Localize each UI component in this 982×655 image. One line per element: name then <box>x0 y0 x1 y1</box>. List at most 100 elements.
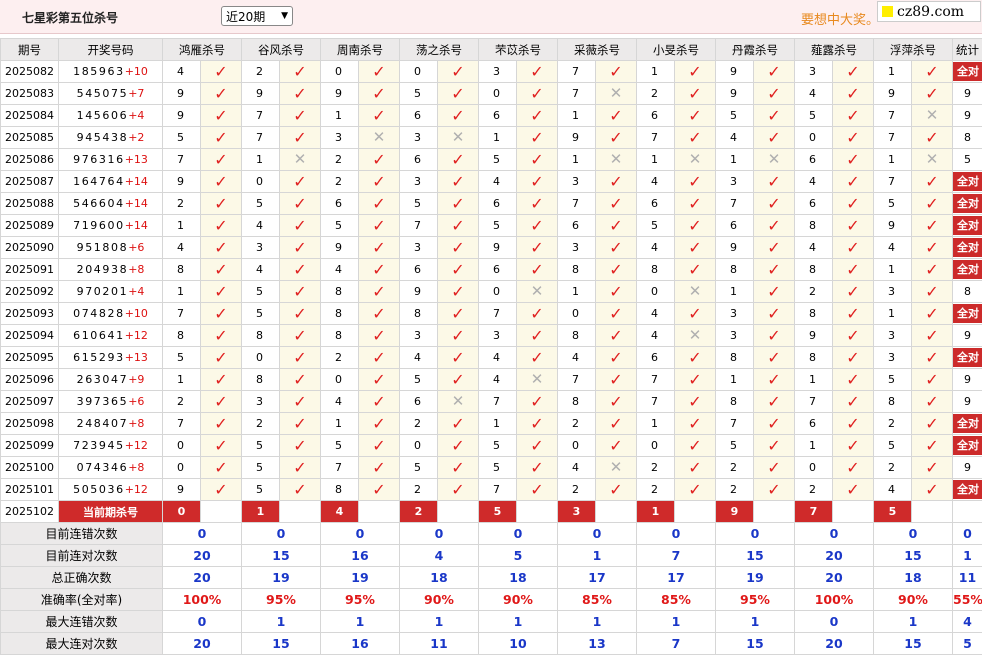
check-icon: ✓ <box>688 106 701 125</box>
kill-number-cell: 4 <box>558 347 596 369</box>
kill-number-cell: 8 <box>163 259 201 281</box>
col-header-expert[interactable]: 芣苡杀号 <box>479 39 558 61</box>
result-cell: ✓ <box>201 61 242 83</box>
kill-number-cell: 0 <box>400 435 438 457</box>
stat-value: 0 <box>321 523 400 545</box>
result-cell: ✓ <box>912 325 953 347</box>
cross-icon: ✕ <box>531 370 544 388</box>
kill-number-cell: 7 <box>558 61 596 83</box>
check-icon: ✓ <box>609 216 622 235</box>
stat-label: 总正确次数 <box>1 567 163 589</box>
kill-number-cell: 2 <box>321 149 359 171</box>
period-cell: 2025090 <box>1 237 59 259</box>
result-cell: ✓ <box>833 303 874 325</box>
current-kill-number: 5 <box>874 501 912 523</box>
col-header-expert[interactable]: 鸿雁杀号 <box>163 39 242 61</box>
site-badge[interactable]: cz89.com <box>877 1 981 22</box>
kill-number-cell: 1 <box>479 413 517 435</box>
col-header-expert[interactable]: 荡之杀号 <box>400 39 479 61</box>
kill-number-cell: 2 <box>637 83 675 105</box>
draw-numbers-cell: 610641+12 <box>59 325 163 347</box>
kill-number-cell: 9 <box>242 83 280 105</box>
correct-count: 9 <box>964 373 971 386</box>
check-icon: ✓ <box>293 62 306 81</box>
result-cell: ✓ <box>280 479 321 501</box>
col-header-expert[interactable]: 浮萍杀号 <box>874 39 953 61</box>
period-cell: 2025101 <box>1 479 59 501</box>
stat-value: 1 <box>242 611 321 633</box>
result-cell: ✓ <box>675 237 716 259</box>
stat-label: 最大连错次数 <box>1 611 163 633</box>
result-cell: ✓ <box>833 347 874 369</box>
check-icon: ✓ <box>609 238 622 257</box>
col-header-expert[interactable]: 周南杀号 <box>321 39 400 61</box>
check-icon: ✓ <box>846 150 859 169</box>
kill-number-cell: 2 <box>874 413 912 435</box>
result-cell: ✓ <box>754 325 795 347</box>
kill-number-cell: 9 <box>558 127 596 149</box>
kill-number-cell: 4 <box>400 347 438 369</box>
all-correct-badge: 全对 <box>953 480 982 499</box>
kill-number-cell: 2 <box>400 479 438 501</box>
check-icon: ✓ <box>688 238 701 257</box>
period-cell: 2025100 <box>1 457 59 479</box>
draw-sum: +14 <box>125 219 148 232</box>
stat-value: 100% <box>795 589 874 611</box>
check-icon: ✓ <box>214 216 227 235</box>
col-header-expert[interactable]: 小旻杀号 <box>637 39 716 61</box>
result-cell: ✓ <box>675 83 716 105</box>
check-icon: ✓ <box>925 392 938 411</box>
kill-number-cell: 7 <box>795 391 833 413</box>
kill-number-cell: 9 <box>874 83 912 105</box>
top-bar: 七星彩第五位杀号 近20期 ▼ 要想中大奖。 cz89.com <box>0 0 982 34</box>
col-header-expert[interactable]: 丹霞杀号 <box>716 39 795 61</box>
stat-value: 90% <box>874 589 953 611</box>
result-cell: ✓ <box>912 479 953 501</box>
col-header-expert[interactable]: 谷风杀号 <box>242 39 321 61</box>
promo-link[interactable]: 要想中大奖。 <box>801 9 879 28</box>
check-icon: ✓ <box>372 326 385 345</box>
check-icon: ✓ <box>451 480 464 499</box>
kill-number-cell: 1 <box>558 105 596 127</box>
kill-number-cell: 1 <box>321 105 359 127</box>
kill-number-cell: 3 <box>795 61 833 83</box>
col-header-expert[interactable]: 薤露杀号 <box>795 39 874 61</box>
stat-value: 15 <box>874 545 953 567</box>
result-cell: ✓ <box>675 105 716 127</box>
kill-number-cell: 7 <box>163 149 201 171</box>
stat-value: 95% <box>321 589 400 611</box>
check-icon: ✓ <box>214 326 227 345</box>
result-cell: ✓ <box>280 457 321 479</box>
stat-value: 0 <box>242 523 321 545</box>
check-icon: ✓ <box>372 436 385 455</box>
draw-numbers-cell: 204938+8 <box>59 259 163 281</box>
result-cell: ✓ <box>912 193 953 215</box>
result-cell: ✓ <box>438 61 479 83</box>
kill-number-cell: 7 <box>874 127 912 149</box>
check-icon: ✓ <box>530 392 543 411</box>
result-cell: ✓ <box>833 369 874 391</box>
stat-value: 1 <box>400 611 479 633</box>
result-cell: ✓ <box>359 303 400 325</box>
check-icon: ✓ <box>530 194 543 213</box>
check-icon: ✓ <box>293 414 306 433</box>
stat-total: 11 <box>953 567 982 589</box>
period-select[interactable]: 近20期 ▼ <box>221 6 293 26</box>
site-url: cz89.com <box>897 4 964 20</box>
result-cell: ✓ <box>754 83 795 105</box>
kill-number-cell: 4 <box>637 237 675 259</box>
check-icon: ✓ <box>609 260 622 279</box>
draw-sum: +12 <box>125 439 148 452</box>
stat-value: 0 <box>479 523 558 545</box>
kill-number-cell: 2 <box>163 193 201 215</box>
result-cell: ✓ <box>438 325 479 347</box>
correct-count: 8 <box>964 285 971 298</box>
check-icon: ✓ <box>846 260 859 279</box>
col-header-expert[interactable]: 采薇杀号 <box>558 39 637 61</box>
check-icon: ✓ <box>451 84 464 103</box>
stat-value: 15 <box>716 633 795 655</box>
result-cell: ✓ <box>675 61 716 83</box>
all-correct-badge: 全对 <box>953 414 982 433</box>
stat-row: 最大连错次数01111111014 <box>1 611 982 633</box>
period-cell: 2025089 <box>1 215 59 237</box>
